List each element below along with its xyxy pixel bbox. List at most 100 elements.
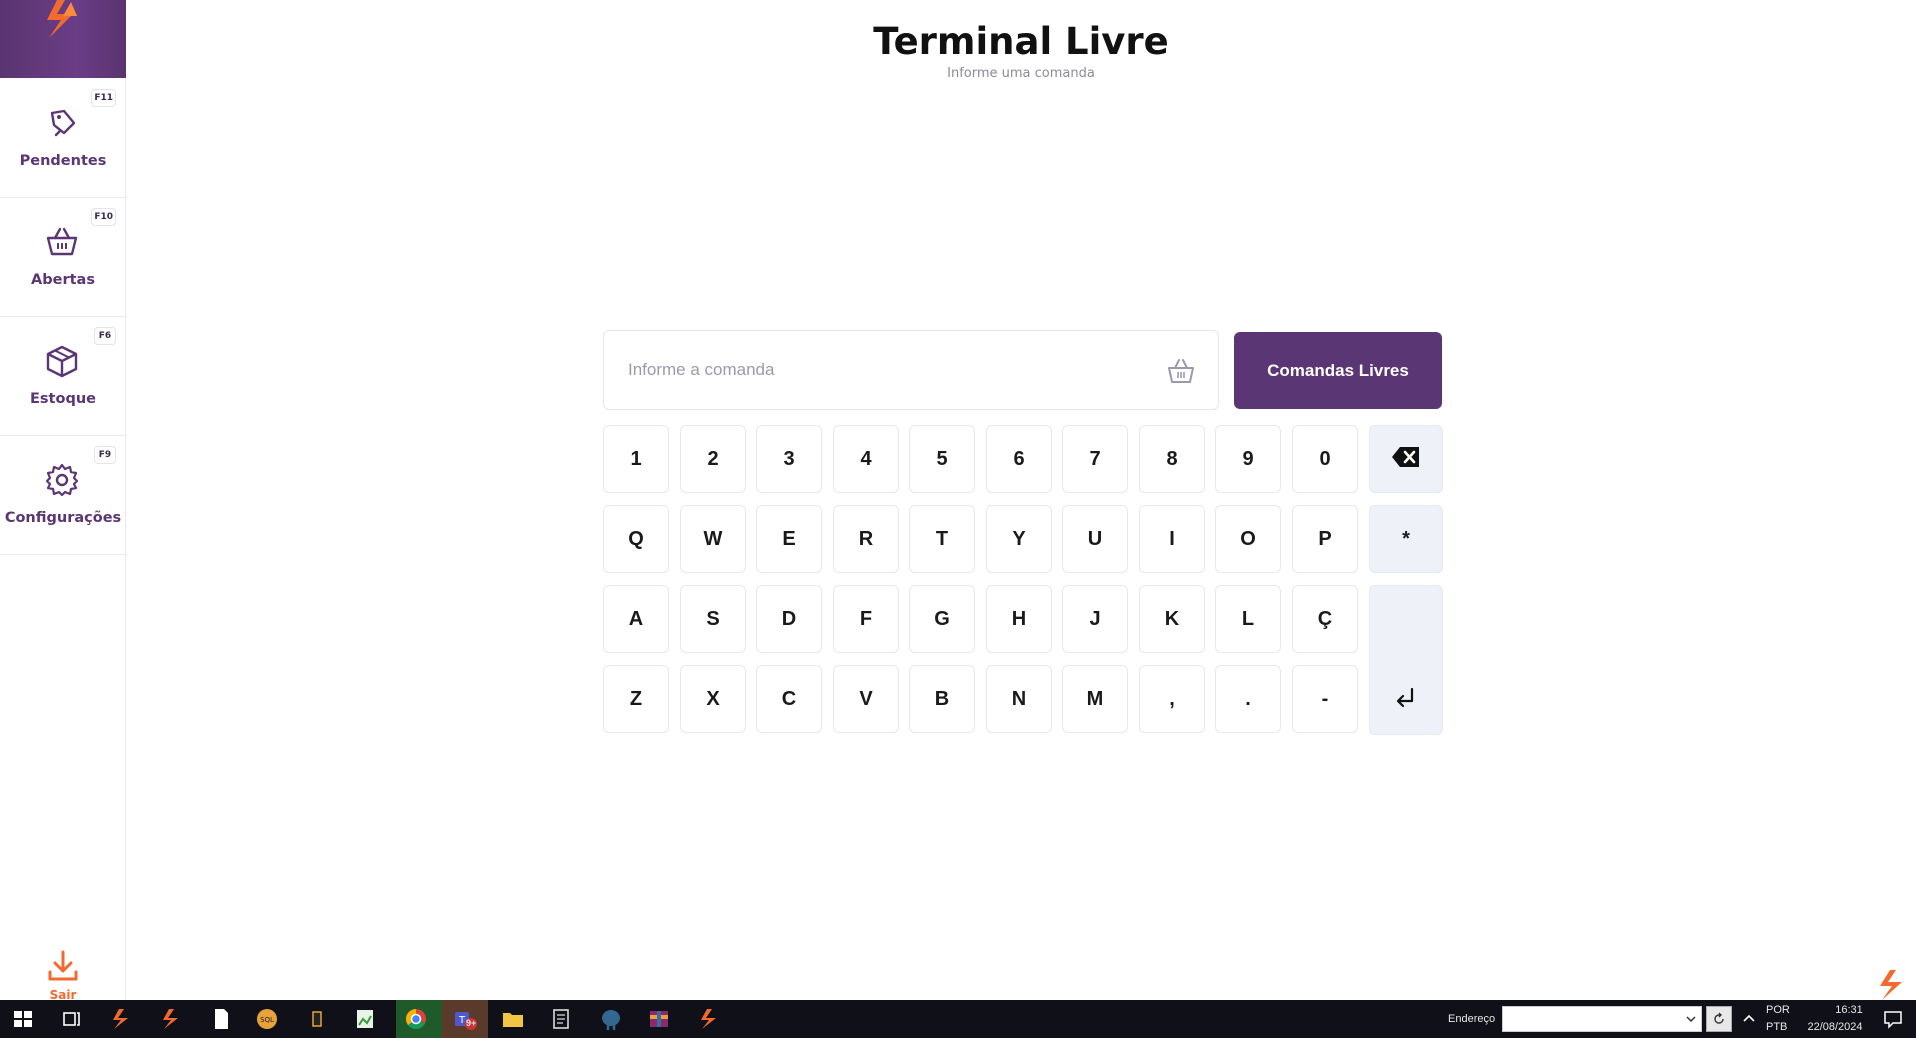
key[interactable]: R — [833, 505, 899, 573]
key[interactable]: 8 — [1139, 425, 1205, 493]
app-window: F11 Pendentes F10 Abertas F6 Estoque F9 … — [0, 0, 1916, 1002]
key[interactable]: 2 — [680, 425, 746, 493]
key[interactable]: H — [986, 585, 1052, 653]
app-brand-icon[interactable] — [108, 1006, 134, 1032]
command-input-wrapper — [603, 330, 1219, 410]
key[interactable]: P — [1292, 505, 1358, 573]
svg-text:T: T — [458, 1015, 466, 1026]
key[interactable]: 9 — [1215, 425, 1281, 493]
svg-text:SQL: SQL — [260, 1016, 274, 1024]
key[interactable]: J — [1062, 585, 1128, 653]
logo — [0, 0, 126, 78]
key[interactable]: 7 — [1062, 425, 1128, 493]
backspace-icon — [1392, 447, 1419, 467]
language-layout: PTB — [1766, 1021, 1788, 1033]
database-tool-icon[interactable] — [304, 1006, 330, 1032]
basket-icon — [46, 227, 78, 256]
windows-start-icon[interactable] — [10, 1006, 36, 1032]
key[interactable]: W — [680, 505, 746, 573]
key[interactable]: F — [833, 585, 899, 653]
teams-badge: 9+ — [466, 1018, 477, 1028]
key[interactable]: 6 — [986, 425, 1052, 493]
key[interactable]: D — [756, 585, 822, 653]
key[interactable]: 4 — [833, 425, 899, 493]
key[interactable]: Y — [986, 505, 1052, 573]
taskbar: SQL T 9+ Endereço POR PTB 16:31 22/08/20… — [0, 1000, 1916, 1038]
key[interactable]: B — [909, 665, 975, 733]
postgres-icon[interactable] — [598, 1006, 624, 1032]
key[interactable]: U — [1062, 505, 1128, 573]
sidebar-item-label: Estoque — [30, 391, 96, 407]
shortcut-badge: F9 — [94, 446, 116, 464]
key[interactable]: M — [1062, 665, 1128, 733]
brand-logo-icon — [47, 0, 77, 38]
sidebar-item-abertas[interactable]: F10 Abertas — [0, 198, 126, 317]
key[interactable]: 1 — [603, 425, 669, 493]
chevron-up-icon[interactable] — [1736, 1006, 1762, 1032]
refresh-icon — [1714, 1012, 1724, 1024]
document-icon[interactable] — [208, 1006, 234, 1032]
sidebar-item-label: Abertas — [31, 272, 95, 288]
notification-icon[interactable] — [1880, 1006, 1906, 1032]
sidebar-item-configuracoes[interactable]: F9 Configurações — [0, 436, 126, 555]
key[interactable]: , — [1139, 665, 1205, 733]
key[interactable]: Ç — [1292, 585, 1358, 653]
key[interactable]: O — [1215, 505, 1281, 573]
key[interactable]: Q — [603, 505, 669, 573]
key[interactable]: 0 — [1292, 425, 1358, 493]
gear-icon — [45, 463, 79, 497]
key[interactable]: I — [1139, 505, 1205, 573]
address-input[interactable] — [1502, 1006, 1702, 1032]
folder-icon[interactable] — [500, 1006, 526, 1032]
key[interactable]: E — [756, 505, 822, 573]
image-viewer-icon[interactable] — [352, 1006, 378, 1032]
sidebar-item-estoque[interactable]: F6 Estoque — [0, 317, 126, 436]
shortcut-badge: F6 — [94, 327, 116, 345]
key[interactable]: Z — [603, 665, 669, 733]
sidebar-item-label: Pendentes — [19, 153, 107, 169]
key[interactable]: K — [1139, 585, 1205, 653]
key[interactable]: - — [1292, 665, 1358, 733]
brand-corner-icon — [1880, 970, 1902, 1000]
address-label: Endereço — [1448, 1013, 1496, 1025]
key[interactable]: L — [1215, 585, 1281, 653]
clock-date: 22/08/2024 — [1807, 1021, 1863, 1033]
backspace-key[interactable] — [1369, 425, 1443, 493]
notepad-icon[interactable] — [548, 1006, 574, 1032]
winrar-icon[interactable] — [646, 1006, 672, 1032]
asterisk-key[interactable]: * — [1369, 505, 1443, 573]
key[interactable]: X — [680, 665, 746, 733]
command-input[interactable] — [628, 331, 1128, 409]
app-brand-icon[interactable] — [158, 1006, 184, 1032]
key[interactable]: T — [909, 505, 975, 573]
language-indicator[interactable]: POR — [1766, 1004, 1790, 1016]
shortcut-badge: F11 — [91, 89, 116, 107]
box-icon — [46, 345, 78, 378]
free-commands-button[interactable]: Comandas Livres — [1234, 332, 1442, 409]
key[interactable]: S — [680, 585, 746, 653]
app-brand-icon[interactable] — [696, 1006, 722, 1032]
sql-icon[interactable]: SQL — [254, 1006, 280, 1032]
enter-key[interactable] — [1369, 585, 1443, 735]
page-subtitle: Informe uma comanda — [947, 66, 1095, 81]
basket-icon — [1168, 359, 1194, 383]
enter-icon — [1396, 687, 1414, 708]
tag-icon — [50, 109, 76, 137]
key[interactable]: N — [986, 665, 1052, 733]
logout-button[interactable]: Sair — [38, 948, 88, 1002]
key[interactable]: G — [909, 585, 975, 653]
chevron-down-icon — [1686, 1016, 1696, 1023]
clock-time[interactable]: 16:31 — [1814, 1004, 1884, 1016]
sidebar-item-pendentes[interactable]: F11 Pendentes — [0, 79, 126, 198]
key[interactable]: V — [833, 665, 899, 733]
key[interactable]: 3 — [756, 425, 822, 493]
key[interactable]: A — [603, 585, 669, 653]
key[interactable]: 5 — [909, 425, 975, 493]
key[interactable]: C — [756, 665, 822, 733]
address-refresh-button[interactable] — [1706, 1006, 1732, 1032]
page-title: Terminal Livre — [873, 20, 1169, 63]
task-view-icon[interactable] — [58, 1006, 84, 1032]
chrome-icon[interactable] — [403, 1006, 429, 1032]
key[interactable]: . — [1215, 665, 1281, 733]
shortcut-badge: F10 — [91, 208, 116, 226]
